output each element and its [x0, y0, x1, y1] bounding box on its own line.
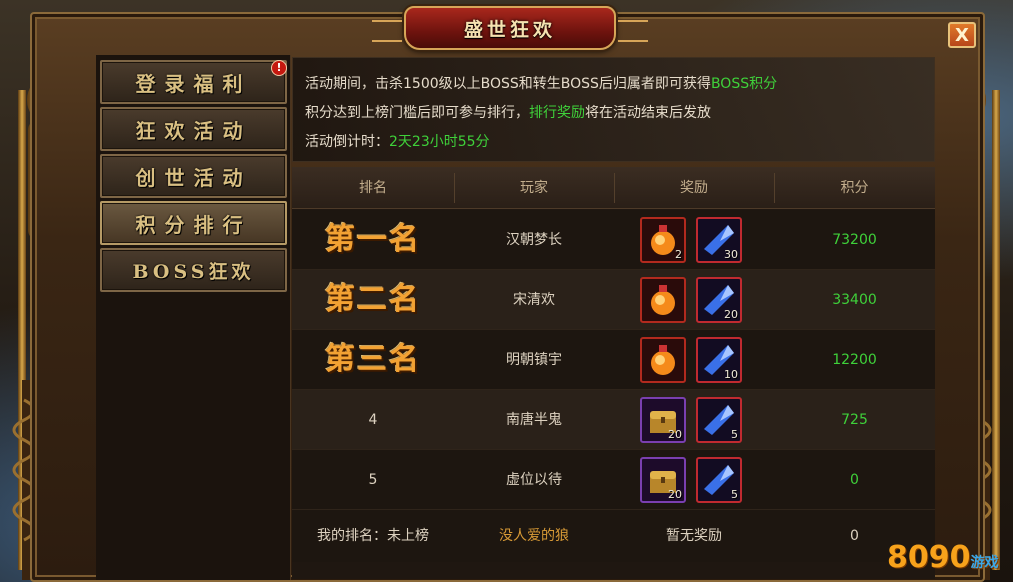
- reward-slot[interactable]: 5: [696, 397, 742, 443]
- ranking-description-line: 积分达到上榜门槛后即可参与排行，排行奖励将在活动结束后发放: [305, 99, 922, 128]
- table-header: 排名 玩家 奖励 积分: [292, 167, 935, 209]
- score-value: 12200: [832, 352, 877, 368]
- item-count: 30: [724, 248, 738, 261]
- window-title-plaque: 盛世狂欢: [372, 6, 648, 50]
- sidebar-item-label: 积分排行: [135, 212, 252, 237]
- reward-slot[interactable]: [640, 337, 686, 383]
- table-row: 第二名 宋清欢 20 33400: [292, 270, 935, 330]
- my-ranking-row: 我的排名：未上榜 没人爱的狼 暂无奖励 0: [292, 510, 935, 562]
- reward-slot[interactable]: 20: [640, 397, 686, 443]
- rank-title: 第一名: [325, 222, 421, 257]
- my-player-name: 没人爱的狼: [499, 528, 569, 544]
- reward-slot[interactable]: 5: [696, 457, 742, 503]
- reward-slot[interactable]: 30: [696, 217, 742, 263]
- countdown-label: 活动倒计时：: [305, 134, 389, 150]
- countdown-value: 2天23小时55分: [389, 134, 490, 150]
- table-row: 第一名 汉朝梦长 2 30 73200: [292, 210, 935, 270]
- column-header-player: 玩家: [520, 180, 548, 196]
- player-name: 南唐半鬼: [506, 412, 562, 428]
- watermark-main: 8090: [887, 540, 971, 575]
- site-watermark-logo: 8090游戏: [887, 540, 999, 580]
- my-reward: 暂无奖励: [666, 528, 722, 544]
- score-value: 73200: [832, 232, 877, 248]
- reward-cell: 20 5: [614, 390, 774, 450]
- watermark-sub: 游戏: [970, 555, 999, 571]
- reward-slot[interactable]: 20: [696, 277, 742, 323]
- item-count: 5: [731, 488, 738, 501]
- player-name: 虚位以待: [506, 472, 562, 488]
- reward-slot[interactable]: [640, 277, 686, 323]
- potion-icon: [651, 345, 675, 375]
- potion-icon: [651, 285, 675, 315]
- rank-title: 第二名: [325, 282, 421, 317]
- player-name: 汉朝梦长: [506, 232, 562, 248]
- event-description-line: 活动期间，击杀1500级以上BOSS和转生BOSS后归属者即可获得BOSS积分: [305, 70, 922, 99]
- ranking-table: 排名 玩家 奖励 积分 第一名 汉朝梦长 2 30 73200 第二名 宋清欢: [292, 167, 935, 579]
- window-title: 盛世狂欢: [463, 18, 556, 41]
- countdown-line: 活动倒计时：2天23小时55分: [305, 128, 922, 157]
- table-row: 5 虚位以待 20 5 0: [292, 450, 935, 510]
- rank-number: 5: [368, 472, 378, 488]
- item-count: 2: [675, 248, 682, 261]
- sidebar-item-genesis-events[interactable]: 创世活动: [100, 154, 287, 198]
- table-row: 4 南唐半鬼 20 5 725: [292, 390, 935, 450]
- sidebar-item-points-ranking[interactable]: 积分排行: [100, 201, 287, 245]
- column-header-score: 积分: [840, 180, 869, 196]
- reward-cell: 10: [614, 330, 774, 390]
- reward-slot[interactable]: 20: [640, 457, 686, 503]
- column-header-reward: 奖励: [680, 180, 708, 196]
- sidebar-item-carnival-events[interactable]: 狂欢活动: [100, 107, 287, 151]
- score-value: 0: [850, 472, 859, 488]
- rank-cell: 第一名: [292, 210, 454, 270]
- sidebar-menu: 登录福利 ! 狂欢活动 创世活动 积分排行 BOSS狂欢: [96, 55, 291, 580]
- score-value: 725: [841, 412, 868, 428]
- reward-cell: 20 5: [614, 450, 774, 510]
- sidebar-item-boss-carnival[interactable]: BOSS狂欢: [100, 248, 287, 292]
- close-icon: X: [955, 24, 969, 46]
- rank-number: 4: [368, 412, 378, 428]
- event-description-text: 活动期间，击杀1500级以上BOSS和转生BOSS后归属者即可获得: [305, 76, 711, 92]
- sidebar-item-label: BOSS狂欢: [132, 260, 255, 283]
- reward-slot[interactable]: 10: [696, 337, 742, 383]
- item-count: 20: [668, 488, 682, 501]
- sidebar-item-label: 登录福利: [135, 71, 252, 96]
- ranking-description-suffix: 将在活动结束后发放: [585, 105, 711, 121]
- item-count: 20: [668, 428, 682, 441]
- reward-cell: 2 30: [614, 210, 774, 270]
- rank-cell: 第二名: [292, 270, 454, 330]
- player-name: 明朝镇宇: [506, 352, 562, 368]
- my-rank-label: 我的排名：未上榜: [317, 528, 429, 544]
- sidebar-item-label: 创世活动: [135, 165, 252, 190]
- player-name: 宋清欢: [513, 292, 555, 308]
- notification-badge-icon: !: [271, 60, 287, 76]
- sidebar-item-login-rewards[interactable]: 登录福利 !: [100, 60, 287, 104]
- boss-points-highlight: BOSS积分: [710, 76, 778, 92]
- rank-cell: 第三名: [292, 330, 454, 390]
- item-count: 10: [724, 368, 738, 381]
- table-row: 第三名 明朝镇宇 10 12200: [292, 330, 935, 390]
- score-value: 33400: [832, 292, 877, 308]
- column-header-rank: 排名: [359, 180, 387, 196]
- sidebar-item-label: 狂欢活动: [135, 118, 252, 143]
- ranking-reward-highlight: 排行奖励: [529, 105, 585, 121]
- rank-title: 第三名: [325, 342, 421, 377]
- reward-slot[interactable]: 2: [640, 217, 686, 263]
- close-button[interactable]: X: [948, 22, 976, 48]
- ranking-description-text: 积分达到上榜门槛后即可参与排行，: [305, 105, 529, 121]
- reward-cell: 20: [614, 270, 774, 330]
- item-count: 20: [724, 308, 738, 321]
- event-info-panel: 活动期间，击杀1500级以上BOSS和转生BOSS后归属者即可获得BOSS积分 …: [292, 57, 935, 162]
- item-count: 5: [731, 428, 738, 441]
